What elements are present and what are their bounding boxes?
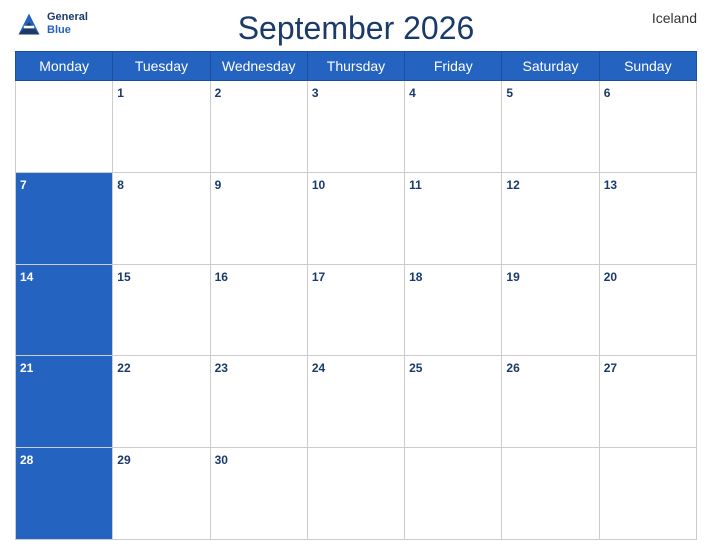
header-saturday: Saturday	[502, 52, 599, 81]
calendar-cell: 27	[599, 356, 696, 448]
calendar-cell: 3	[307, 81, 404, 173]
day-number: 7	[20, 178, 27, 192]
day-number: 29	[117, 453, 130, 467]
day-number: 21	[20, 361, 33, 375]
day-number: 17	[312, 270, 325, 284]
header-sunday: Sunday	[599, 52, 696, 81]
day-number: 6	[604, 86, 611, 100]
day-number: 15	[117, 270, 130, 284]
calendar-cell: 26	[502, 356, 599, 448]
week-row-3: 14 15 16 17 18 19 20	[16, 264, 697, 356]
calendar-cell: 23	[210, 356, 307, 448]
page-header: General Blue September 2026 Iceland	[15, 10, 697, 47]
calendar-cell: 8	[113, 172, 210, 264]
week-row-4: 21 22 23 24 25 26 27	[16, 356, 697, 448]
calendar-cell: 16	[210, 264, 307, 356]
calendar-cell: 21	[16, 356, 113, 448]
day-number: 1	[117, 86, 124, 100]
country-label: Iceland	[652, 10, 697, 26]
calendar-cell: 4	[405, 81, 502, 173]
header-tuesday: Tuesday	[113, 52, 210, 81]
calendar-cell: 6	[599, 81, 696, 173]
header-wednesday: Wednesday	[210, 52, 307, 81]
calendar-cell: 22	[113, 356, 210, 448]
calendar-cell: 2	[210, 81, 307, 173]
calendar-cell: 15	[113, 264, 210, 356]
calendar-cell	[16, 81, 113, 173]
calendar-cell: 13	[599, 172, 696, 264]
calendar-cell: 17	[307, 264, 404, 356]
logo-icon	[15, 10, 43, 38]
calendar-cell: 12	[502, 172, 599, 264]
logo-blue: Blue	[47, 24, 88, 37]
day-number: 13	[604, 178, 617, 192]
day-number: 23	[215, 361, 228, 375]
header-thursday: Thursday	[307, 52, 404, 81]
page-title: September 2026	[238, 10, 475, 47]
day-number: 14	[20, 270, 33, 284]
calendar-cell: 7	[16, 172, 113, 264]
day-number: 16	[215, 270, 228, 284]
calendar-cell: 29	[113, 448, 210, 540]
day-number: 18	[409, 270, 422, 284]
day-number: 5	[506, 86, 513, 100]
header-friday: Friday	[405, 52, 502, 81]
day-number: 19	[506, 270, 519, 284]
calendar-cell: 19	[502, 264, 599, 356]
calendar-cell	[307, 448, 404, 540]
calendar-table: Monday Tuesday Wednesday Thursday Friday…	[15, 51, 697, 540]
week-row-1: 1 2 3 4 5 6	[16, 81, 697, 173]
day-number: 20	[604, 270, 617, 284]
day-number: 8	[117, 178, 124, 192]
calendar-cell: 25	[405, 356, 502, 448]
week-row-2: 7 8 9 10 11 12 13	[16, 172, 697, 264]
calendar-cell: 10	[307, 172, 404, 264]
day-number: 27	[604, 361, 617, 375]
header-monday: Monday	[16, 52, 113, 81]
calendar-cell: 11	[405, 172, 502, 264]
calendar-cell: 20	[599, 264, 696, 356]
weekday-header-row: Monday Tuesday Wednesday Thursday Friday…	[16, 52, 697, 81]
day-number: 24	[312, 361, 325, 375]
calendar-cell: 9	[210, 172, 307, 264]
day-number: 9	[215, 178, 222, 192]
day-number: 25	[409, 361, 422, 375]
calendar-cell: 18	[405, 264, 502, 356]
logo: General Blue	[15, 10, 88, 38]
day-number: 12	[506, 178, 519, 192]
calendar-cell: 24	[307, 356, 404, 448]
day-number: 26	[506, 361, 519, 375]
calendar-cell	[502, 448, 599, 540]
day-number: 11	[409, 178, 422, 192]
calendar-cell	[405, 448, 502, 540]
calendar-cell: 30	[210, 448, 307, 540]
day-number: 30	[215, 453, 228, 467]
day-number: 10	[312, 178, 325, 192]
calendar-cell: 5	[502, 81, 599, 173]
logo-general: General	[47, 11, 88, 24]
day-number: 28	[20, 453, 33, 467]
calendar-cell: 28	[16, 448, 113, 540]
day-number: 3	[312, 86, 319, 100]
week-row-5: 28 29 30	[16, 448, 697, 540]
calendar-cell: 1	[113, 81, 210, 173]
calendar-cell	[599, 448, 696, 540]
day-number: 22	[117, 361, 130, 375]
day-number: 2	[215, 86, 222, 100]
day-number: 4	[409, 86, 416, 100]
calendar-cell: 14	[16, 264, 113, 356]
